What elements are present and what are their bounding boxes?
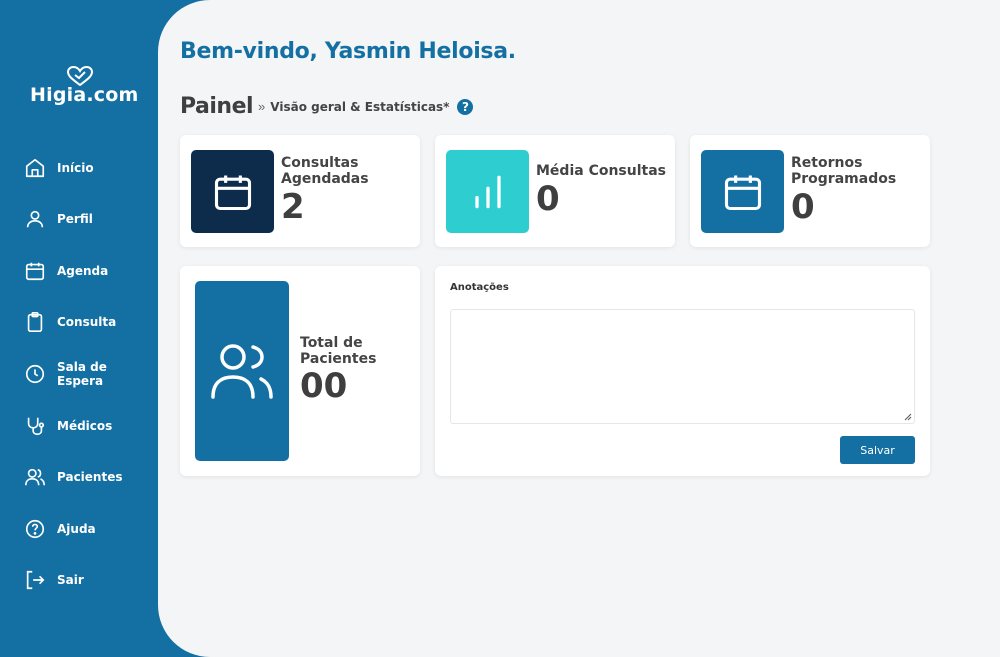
sidebar-item-label: Consulta (57, 315, 117, 329)
calendar-icon (214, 175, 251, 210)
stat-icon-box (701, 150, 784, 233)
sidebar-item-label: Médicos (57, 419, 113, 433)
stat-card-media-consultas: Média Consultas 0 (435, 135, 675, 247)
stat-value: 00 (300, 366, 348, 406)
logo[interactable]: Higia.com (30, 66, 139, 106)
stat-label: Total de Pacientes (300, 335, 377, 367)
sidebar-item-pacientes[interactable]: Pacientes (24, 462, 154, 492)
stat-value: 2 (281, 187, 305, 227)
calendar-icon (724, 175, 761, 210)
bar-chart-icon (474, 175, 501, 208)
help-circle-icon (25, 519, 45, 539)
help-icon[interactable]: ? (457, 98, 474, 115)
user-icon (26, 210, 44, 228)
page-title: Painel (180, 94, 254, 119)
sidebar-item-agenda[interactable]: Agenda (24, 256, 154, 286)
sidebar-item-label: Início (57, 161, 94, 175)
sidebar-item-perfil[interactable]: Perfil (24, 204, 154, 234)
stat-label: Retornos Programados (791, 155, 897, 187)
sidebar-item-medicos[interactable]: Médicos (24, 411, 154, 441)
stat-icon-box (191, 150, 274, 233)
users-icon (25, 468, 45, 486)
stat-card-retornos-programados: Retornos Programados 0 (690, 135, 930, 247)
clock-icon (25, 364, 45, 384)
sidebar-item-label: Sair (57, 573, 84, 587)
logo-text: Higia.com (30, 84, 139, 106)
heart-icon (67, 66, 93, 86)
notes-label: Anotações (450, 282, 509, 293)
home-icon (25, 158, 45, 178)
breadcrumb-separator: » (258, 99, 266, 114)
sidebar-item-ajuda[interactable]: Ajuda (24, 514, 154, 544)
users-icon (211, 344, 273, 399)
stat-icon-box (446, 150, 529, 233)
sidebar-item-sala-de-espera[interactable]: Sala de Espera (24, 359, 154, 389)
notes-card: Anotações Salvar (435, 266, 930, 476)
notes-textarea[interactable] (450, 309, 915, 424)
stethoscope-icon (27, 417, 45, 436)
welcome-message: Bem-vindo, Yasmin Heloisa. (180, 39, 516, 64)
sidebar-item-label: Agenda (57, 264, 109, 278)
stat-icon-box (195, 281, 289, 461)
stat-value: 0 (536, 179, 560, 219)
page-subtitle: Visão geral & Estatísticas* (270, 99, 450, 114)
sidebar-item-label: Perfil (57, 212, 93, 226)
sidebar-item-sair[interactable]: Sair (24, 565, 154, 595)
stat-card-total-pacientes: Total de Pacientes 00 (180, 266, 420, 476)
sidebar: Higia.com Início Perfil Agenda Consulta … (0, 0, 158, 657)
save-button[interactable]: Salvar (840, 436, 915, 464)
sidebar-item-inicio[interactable]: Início (24, 153, 154, 183)
sidebar-item-label: Pacientes (57, 470, 123, 484)
breadcrumb: Painel » Visão geral & Estatísticas* ? (180, 94, 474, 119)
resize-handle-icon[interactable] (904, 413, 912, 421)
stat-card-consultas-agendadas: Consultas Agendadas 2 (180, 135, 420, 247)
logout-icon (26, 570, 45, 590)
stat-value: 0 (791, 187, 815, 227)
sidebar-item-label: Sala de Espera (57, 360, 107, 388)
sidebar-item-consulta[interactable]: Consulta (24, 307, 154, 337)
clipboard-icon (27, 312, 43, 332)
sidebar-item-label: Ajuda (57, 522, 96, 536)
calendar-icon (25, 262, 45, 281)
stat-label: Média Consultas (536, 163, 666, 179)
main-content: Bem-vindo, Yasmin Heloisa. Painel » Visã… (158, 0, 1000, 657)
stat-label: Consultas Agendadas (281, 155, 369, 187)
